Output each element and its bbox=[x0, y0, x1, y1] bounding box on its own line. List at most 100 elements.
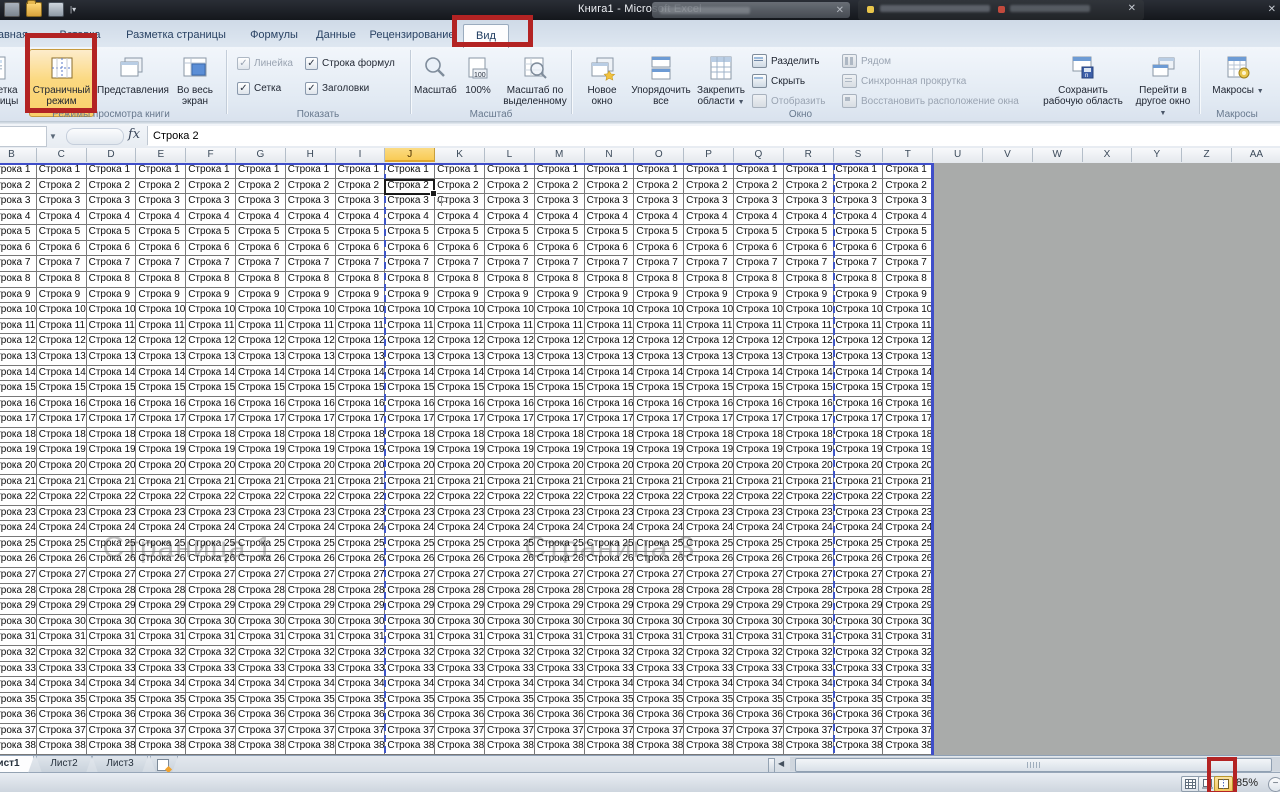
cell[interactable]: Строка 15 bbox=[236, 381, 286, 397]
cell[interactable]: Строка 37 bbox=[834, 724, 884, 740]
active-cell-selection[interactable] bbox=[384, 179, 435, 196]
cell[interactable]: Строка 20 bbox=[37, 459, 87, 475]
cell[interactable]: Строка 20 bbox=[634, 459, 684, 475]
cell[interactable]: Строка 27 bbox=[784, 568, 834, 584]
cell[interactable]: Строка 13 bbox=[385, 350, 435, 366]
cell[interactable]: Строка 26 bbox=[286, 552, 336, 568]
qat-dropdown-icon[interactable]: |▾ bbox=[70, 5, 76, 14]
cell[interactable]: Строка 9 bbox=[435, 288, 485, 304]
cell[interactable]: Строка 34 bbox=[634, 677, 684, 693]
cell[interactable]: Строка 6 bbox=[485, 241, 535, 257]
column-header-AA[interactable]: AA bbox=[1232, 148, 1280, 162]
cell[interactable]: Строка 5 bbox=[37, 225, 87, 241]
cell[interactable]: Строка 25 bbox=[784, 537, 834, 553]
cell[interactable]: Строка 25 bbox=[385, 537, 435, 553]
cell[interactable]: Строка 12 bbox=[286, 334, 336, 350]
cell[interactable]: Строка 29 bbox=[485, 599, 535, 615]
cell[interactable]: Строка 38 bbox=[186, 739, 236, 755]
cell[interactable]: Строка 32 bbox=[734, 646, 784, 662]
cell[interactable]: Строка 2 bbox=[0, 179, 37, 195]
cell[interactable]: Строка 14 bbox=[784, 366, 834, 382]
cell[interactable]: Строка 30 bbox=[37, 615, 87, 631]
cell[interactable]: Строка 9 bbox=[0, 288, 37, 304]
cell[interactable]: Строка 34 bbox=[834, 677, 884, 693]
cell[interactable]: Строка 5 bbox=[834, 225, 884, 241]
column-header-C[interactable]: C bbox=[37, 148, 87, 162]
cell[interactable]: Строка 18 bbox=[883, 428, 933, 444]
cell[interactable]: Строка 28 bbox=[784, 584, 834, 600]
cell[interactable]: Строка 21 bbox=[634, 475, 684, 491]
cell[interactable]: Строка 11 bbox=[336, 319, 386, 335]
cell[interactable]: Строка 29 bbox=[634, 599, 684, 615]
cell[interactable]: Строка 36 bbox=[585, 708, 635, 724]
cell[interactable]: Строка 4 bbox=[435, 210, 485, 226]
cell[interactable]: Строка 12 bbox=[784, 334, 834, 350]
cell[interactable]: Строка 38 bbox=[87, 739, 137, 755]
cell[interactable]: Строка 36 bbox=[435, 708, 485, 724]
cell[interactable]: Строка 15 bbox=[336, 381, 386, 397]
cell[interactable]: Строка 2 bbox=[784, 179, 834, 195]
column-header-W[interactable]: W bbox=[1033, 148, 1083, 162]
cell[interactable]: Строка 10 bbox=[286, 303, 336, 319]
cell[interactable]: Строка 31 bbox=[0, 630, 37, 646]
cell[interactable]: Строка 5 bbox=[0, 225, 37, 241]
cell[interactable]: Строка 2 bbox=[734, 179, 784, 195]
cell[interactable]: Строка 4 bbox=[0, 210, 37, 226]
cell[interactable]: Строка 12 bbox=[535, 334, 585, 350]
cell[interactable]: Строка 21 bbox=[784, 475, 834, 491]
cell[interactable]: Строка 19 bbox=[136, 443, 186, 459]
cell[interactable]: Строка 17 bbox=[286, 412, 336, 428]
cell[interactable]: Строка 6 bbox=[336, 241, 386, 257]
cell[interactable]: Строка 28 bbox=[186, 584, 236, 600]
cell[interactable]: Строка 36 bbox=[186, 708, 236, 724]
column-header-N[interactable]: N bbox=[585, 148, 635, 162]
cell[interactable]: Строка 29 bbox=[186, 599, 236, 615]
cell[interactable]: Строка 1 bbox=[286, 163, 336, 179]
cell[interactable]: Строка 21 bbox=[186, 475, 236, 491]
cell[interactable]: Строка 11 bbox=[87, 319, 137, 335]
cell[interactable]: Строка 22 bbox=[834, 490, 884, 506]
cell[interactable]: Строка 3 bbox=[37, 194, 87, 210]
cell[interactable]: Строка 27 bbox=[0, 568, 37, 584]
cell[interactable]: Строка 24 bbox=[684, 521, 734, 537]
cell[interactable]: Строка 13 bbox=[0, 350, 37, 366]
cell[interactable]: Строка 15 bbox=[634, 381, 684, 397]
cell[interactable]: Строка 17 bbox=[784, 412, 834, 428]
vertical-page-break[interactable] bbox=[833, 163, 835, 755]
cell[interactable]: Строка 33 bbox=[585, 662, 635, 678]
cell[interactable]: Строка 5 bbox=[87, 225, 137, 241]
cell[interactable]: Строка 2 bbox=[585, 179, 635, 195]
cell[interactable]: Строка 13 bbox=[286, 350, 336, 366]
cell[interactable]: Строка 2 bbox=[834, 179, 884, 195]
cell[interactable]: Строка 34 bbox=[236, 677, 286, 693]
cell[interactable]: Строка 36 bbox=[834, 708, 884, 724]
cell[interactable]: Строка 6 bbox=[684, 241, 734, 257]
cell[interactable]: Строка 17 bbox=[136, 412, 186, 428]
tab-formuly[interactable]: Формулы bbox=[242, 25, 306, 46]
cell[interactable]: Строка 1 bbox=[734, 163, 784, 179]
cell[interactable]: Строка 2 bbox=[286, 179, 336, 195]
cell[interactable]: Строка 34 bbox=[286, 677, 336, 693]
cell[interactable]: Строка 35 bbox=[535, 693, 585, 709]
cell[interactable]: Строка 35 bbox=[186, 693, 236, 709]
cell[interactable]: Строка 11 bbox=[385, 319, 435, 335]
print-area-top-border[interactable] bbox=[0, 163, 933, 165]
cell[interactable]: Строка 18 bbox=[37, 428, 87, 444]
cell[interactable]: Строка 9 bbox=[186, 288, 236, 304]
cell[interactable]: Строка 28 bbox=[585, 584, 635, 600]
cell[interactable]: Строка 29 bbox=[336, 599, 386, 615]
cell[interactable]: Строка 14 bbox=[834, 366, 884, 382]
cell[interactable]: Строка 28 bbox=[336, 584, 386, 600]
cell[interactable]: Строка 10 bbox=[734, 303, 784, 319]
cell[interactable]: Строка 35 bbox=[634, 693, 684, 709]
cell[interactable]: Строка 7 bbox=[883, 256, 933, 272]
cell[interactable]: Строка 11 bbox=[286, 319, 336, 335]
cell[interactable]: Строка 32 bbox=[634, 646, 684, 662]
cell[interactable]: Строка 24 bbox=[37, 521, 87, 537]
cell[interactable]: Строка 15 bbox=[585, 381, 635, 397]
cell[interactable]: Строка 13 bbox=[37, 350, 87, 366]
cell[interactable]: Строка 22 bbox=[634, 490, 684, 506]
column-header-E[interactable]: E bbox=[136, 148, 186, 162]
close-icon[interactable]: ✕ bbox=[1268, 4, 1276, 15]
cell[interactable]: Строка 30 bbox=[87, 615, 137, 631]
